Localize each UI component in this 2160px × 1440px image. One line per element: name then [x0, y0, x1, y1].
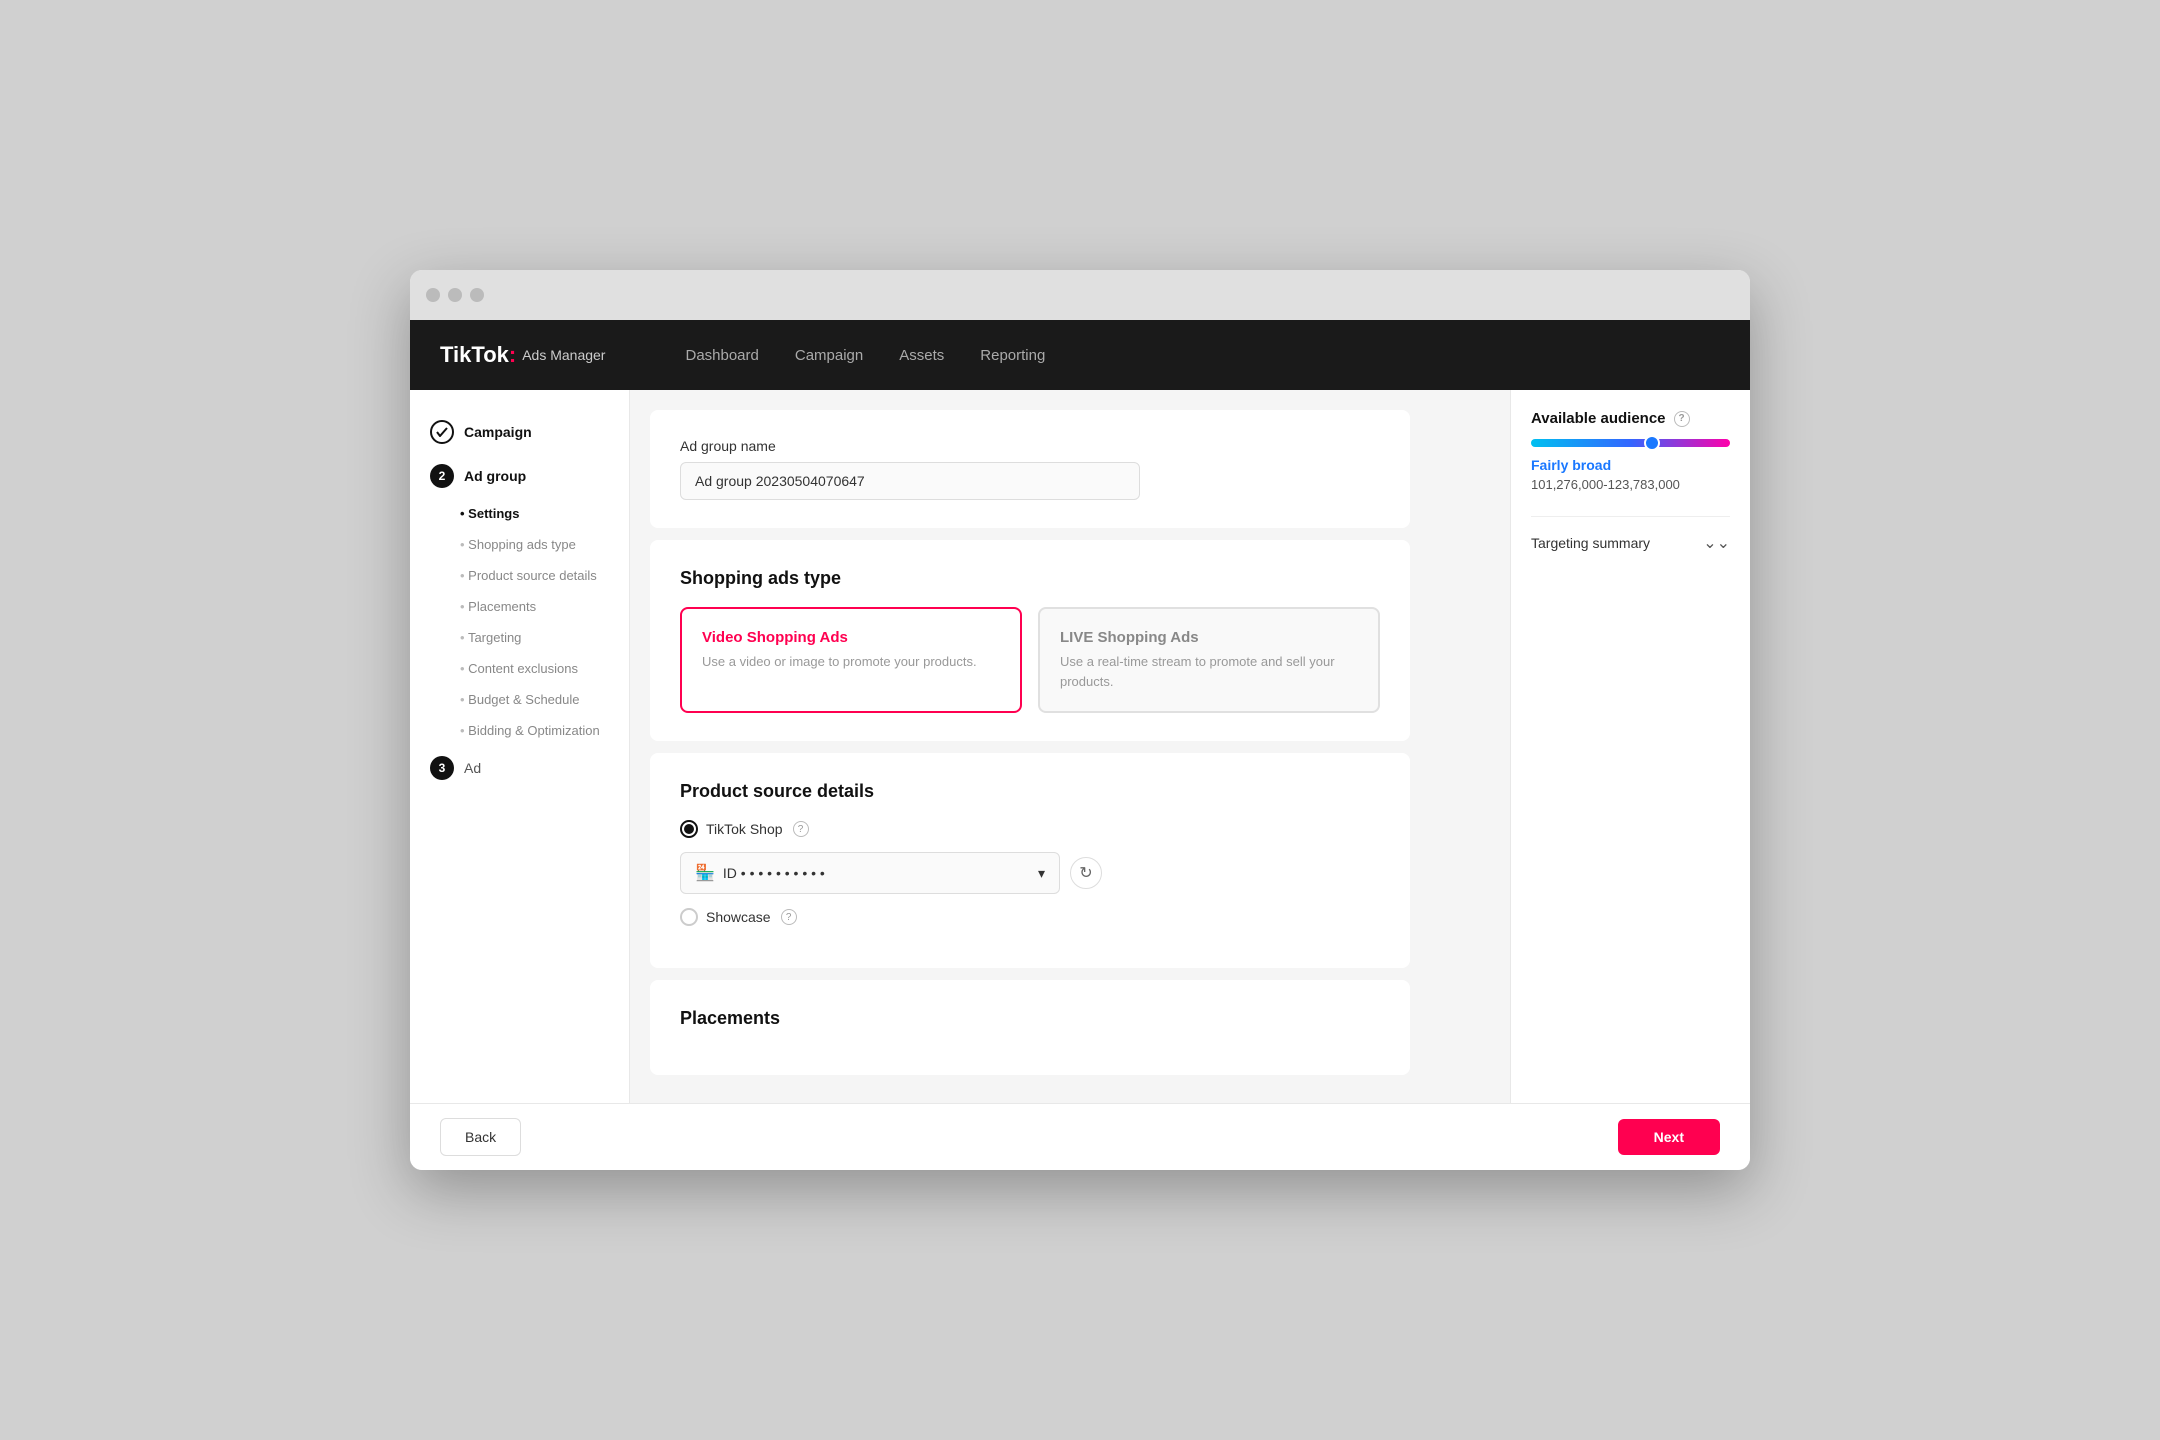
sidebar-sub-product-source[interactable]: Product source details: [410, 560, 629, 591]
shopping-ads-type-title: Shopping ads type: [680, 568, 1380, 589]
audience-label: Fairly broad: [1531, 457, 1730, 473]
refresh-button[interactable]: ↻: [1070, 857, 1102, 889]
content-inner: Ad group name Shopping ads type Video Sh…: [630, 390, 1430, 1103]
sidebar-sub-settings[interactable]: Settings: [410, 498, 629, 529]
title-bar: [410, 270, 1750, 320]
sidebar-sub-placements[interactable]: Placements: [410, 591, 629, 622]
tiktok-shop-label: TikTok Shop: [706, 821, 783, 837]
footer: Back Next: [410, 1103, 1750, 1170]
product-source-title: Product source details: [680, 781, 1380, 802]
traffic-light-green: [470, 288, 484, 302]
showcase-radio-row: Showcase ?: [680, 908, 1380, 926]
right-panel: Available audience ? Fairly broad 101,27…: [1510, 390, 1750, 1103]
shop-icon: 🏪: [695, 863, 715, 883]
step3-label: Ad: [464, 760, 481, 776]
video-shopping-ads-desc: Use a video or image to promote your pro…: [702, 652, 1000, 672]
sidebar: Campaign 2 Ad group Settings Shopping ad…: [410, 390, 630, 1103]
next-button[interactable]: Next: [1618, 1119, 1720, 1155]
audience-help-icon[interactable]: ?: [1674, 411, 1690, 427]
sidebar-sub-content-exclusions[interactable]: Content exclusions: [410, 653, 629, 684]
live-shopping-ads-card[interactable]: LIVE Shopping Ads Use a real-time stream…: [1038, 607, 1380, 713]
logo-sub: Ads Manager: [522, 347, 605, 363]
tiktok-shop-radio-row: TikTok Shop ?: [680, 820, 1380, 838]
sidebar-step3-ad[interactable]: 3 Ad: [410, 746, 629, 790]
ad-group-name-input[interactable]: [680, 462, 1140, 500]
step3-circle: 3: [430, 756, 454, 780]
live-shopping-ads-title: LIVE Shopping Ads: [1060, 629, 1358, 646]
main-layout: Campaign 2 Ad group Settings Shopping ad…: [410, 390, 1750, 1103]
product-source-section: Product source details TikTok Shop ? 🏪 I…: [650, 753, 1410, 968]
targeting-summary-label: Targeting summary: [1531, 535, 1650, 551]
back-button[interactable]: Back: [440, 1118, 521, 1156]
audience-bar: [1531, 439, 1730, 447]
targeting-summary[interactable]: Targeting summary ⌄⌄: [1531, 516, 1730, 553]
main-content: Ad group name Shopping ads type Video Sh…: [630, 390, 1510, 1103]
step2-circle: 2: [430, 464, 454, 488]
sidebar-sub-targeting[interactable]: Targeting: [410, 622, 629, 653]
targeting-summary-chevron-icon: ⌄⌄: [1703, 533, 1730, 553]
step1-check-icon: [430, 420, 454, 444]
showcase-radio[interactable]: [680, 908, 698, 926]
app-window: TikTok: Ads Manager Dashboard Campaign A…: [410, 270, 1750, 1170]
live-shopping-ads-desc: Use a real-time stream to promote and se…: [1060, 652, 1358, 691]
sidebar-step2-adgroup[interactable]: 2 Ad group: [410, 454, 629, 498]
sidebar-sub-shopping-ads-type[interactable]: Shopping ads type: [410, 529, 629, 560]
tiktok-shop-help-icon[interactable]: ?: [793, 821, 809, 837]
ads-type-cards: Video Shopping Ads Use a video or image …: [680, 607, 1380, 713]
sidebar-sub-bidding-optimization[interactable]: Bidding & Optimization: [410, 715, 629, 746]
nav-dashboard[interactable]: Dashboard: [685, 347, 758, 364]
dropdown-chevron-icon: ▾: [1038, 865, 1045, 882]
step2-label: Ad group: [464, 468, 526, 484]
nav-reporting[interactable]: Reporting: [980, 347, 1045, 364]
shop-id-dropdown[interactable]: 🏪 ID • • • • • • • • • • ▾: [680, 852, 1060, 894]
traffic-light-yellow: [448, 288, 462, 302]
logo: TikTok: Ads Manager: [440, 342, 605, 368]
topnav: TikTok: Ads Manager Dashboard Campaign A…: [410, 320, 1750, 390]
ad-group-name-label: Ad group name: [680, 438, 1380, 454]
showcase-help-icon[interactable]: ?: [781, 909, 797, 925]
tiktok-shop-radio[interactable]: [680, 820, 698, 838]
sidebar-step1-campaign[interactable]: Campaign: [410, 410, 629, 454]
audience-title: Available audience ?: [1531, 410, 1730, 427]
dropdown-left: 🏪 ID • • • • • • • • • •: [695, 863, 825, 883]
audience-indicator: [1644, 435, 1660, 451]
audience-title-text: Available audience: [1531, 410, 1666, 427]
showcase-label: Showcase: [706, 909, 771, 925]
video-shopping-ads-card[interactable]: Video Shopping Ads Use a video or image …: [680, 607, 1022, 713]
audience-range: 101,276,000-123,783,000: [1531, 477, 1730, 492]
nav-assets[interactable]: Assets: [899, 347, 944, 364]
sidebar-sub-budget-schedule[interactable]: Budget & Schedule: [410, 684, 629, 715]
placements-section: Placements: [650, 980, 1410, 1075]
dropdown-value: ID • • • • • • • • • •: [723, 865, 825, 881]
step1-label: Campaign: [464, 424, 532, 440]
topnav-links: Dashboard Campaign Assets Reporting: [685, 347, 1045, 364]
ad-group-name-section: Ad group name: [650, 410, 1410, 528]
traffic-light-red: [426, 288, 440, 302]
logo-text: TikTok:: [440, 342, 516, 368]
video-shopping-ads-title: Video Shopping Ads: [702, 629, 1000, 646]
nav-campaign[interactable]: Campaign: [795, 347, 863, 364]
dropdown-row: 🏪 ID • • • • • • • • • • ▾ ↻: [680, 852, 1380, 894]
logo-dot: :: [509, 342, 516, 367]
shopping-ads-type-section: Shopping ads type Video Shopping Ads Use…: [650, 540, 1410, 741]
placements-title: Placements: [680, 1008, 1380, 1029]
